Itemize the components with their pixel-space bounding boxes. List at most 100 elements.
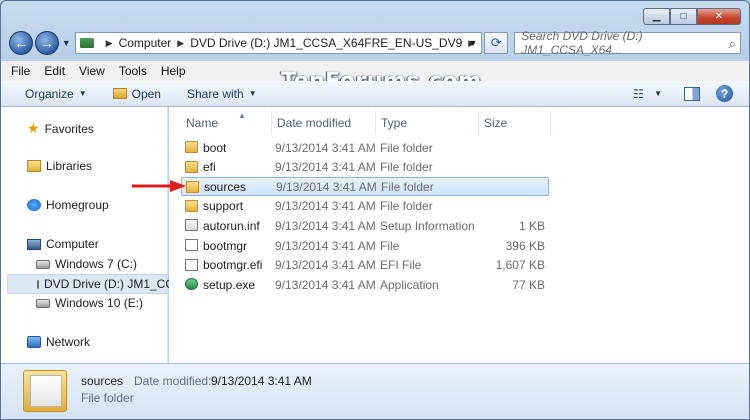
share-with-label: Share with bbox=[186, 86, 244, 101]
cell-name: boot bbox=[203, 140, 227, 155]
table-row[interactable]: bootmgr 9/13/2014 3:41 AM File 396 KB bbox=[181, 236, 549, 255]
minimize-button[interactable]: ▁ bbox=[643, 8, 670, 25]
computer-icon bbox=[27, 238, 41, 250]
breadcrumb-dvd-drive[interactable]: DVD Drive (D:) JM1_CCSA_X64FRE_EN-US_DV9 bbox=[190, 36, 462, 50]
nav-item-favorites[interactable]: ★ Favorites bbox=[27, 120, 94, 137]
column-label: Name bbox=[186, 116, 219, 130]
breadcrumb-separator-icon[interactable]: ▶ bbox=[177, 38, 184, 49]
folder-icon bbox=[185, 199, 198, 212]
cell-name: efi bbox=[203, 160, 216, 175]
menu-file[interactable]: File bbox=[11, 64, 30, 78]
nav-item-windows10[interactable]: Windows 10 (E:) bbox=[36, 296, 143, 310]
cell-date: 9/13/2014 3:41 AM bbox=[275, 277, 376, 292]
star-icon: ★ bbox=[27, 120, 40, 136]
address-dropdown-icon[interactable]: ▼ bbox=[468, 38, 477, 48]
drive-icon bbox=[79, 38, 94, 48]
breadcrumb-computer[interactable]: Computer bbox=[119, 36, 172, 50]
organize-button[interactable]: Organize ▼ bbox=[25, 87, 87, 101]
chevron-down-icon: ▼ bbox=[78, 89, 87, 98]
nav-label: Computer bbox=[46, 237, 99, 251]
view-controls: ☷ ▼ ? bbox=[633, 85, 733, 102]
table-row[interactable]: support 9/13/2014 3:41 AM File folder bbox=[181, 197, 549, 216]
red-arrow-annotation-icon bbox=[132, 180, 186, 192]
column-divider[interactable] bbox=[271, 111, 272, 135]
cell-size: 1 KB bbox=[518, 218, 545, 233]
caption-buttons: ▁ □ ✕ bbox=[643, 8, 741, 25]
table-row[interactable]: sources 9/13/2014 3:41 AM File folder bbox=[181, 177, 549, 197]
search-icon[interactable]: ⌕ bbox=[729, 36, 736, 52]
cell-name: bootmgr bbox=[203, 238, 248, 253]
dvd-drive-icon bbox=[37, 279, 39, 289]
folder-thumbnail-icon bbox=[23, 370, 67, 412]
cell-date: 9/13/2014 3:41 AM bbox=[275, 218, 376, 233]
network-icon bbox=[27, 336, 41, 348]
cell-type: File folder bbox=[380, 140, 433, 155]
column-label: Type bbox=[381, 116, 408, 130]
change-view-icon[interactable]: ☷ bbox=[633, 86, 653, 102]
nav-label: Homegroup bbox=[46, 198, 109, 212]
details-date: 9/13/2014 3:41 AM bbox=[211, 374, 312, 388]
menu-view[interactable]: View bbox=[79, 64, 105, 78]
refresh-icon: ⟳ bbox=[490, 35, 502, 50]
close-button[interactable]: ✕ bbox=[697, 8, 741, 25]
share-with-button[interactable]: Share with ▼ bbox=[187, 87, 257, 101]
column-type[interactable]: Type bbox=[381, 111, 407, 135]
column-divider[interactable] bbox=[550, 111, 551, 135]
explorer-window: ▁ □ ✕ ← → ▼ ▶ Computer ▶ DVD Drive (D:) … bbox=[0, 0, 750, 420]
cell-name: bootmgr.efi bbox=[203, 258, 263, 273]
cell-name: sources bbox=[204, 179, 247, 194]
column-divider[interactable] bbox=[375, 111, 376, 135]
exe-icon bbox=[185, 278, 198, 291]
menu-edit[interactable]: Edit bbox=[44, 64, 65, 78]
organize-label: Organize bbox=[25, 86, 74, 101]
column-size[interactable]: Size bbox=[484, 111, 507, 135]
nav-item-homegroup[interactable]: Homegroup bbox=[27, 198, 109, 212]
nav-label: Libraries bbox=[46, 159, 93, 173]
nav-item-dvd-drive[interactable]: DVD Drive (D:) JM1_CC bbox=[7, 274, 174, 294]
breadcrumb-separator-icon[interactable]: ▶ bbox=[106, 38, 113, 49]
cell-date: 9/13/2014 3:41 AM bbox=[275, 160, 376, 175]
cell-name: autorun.inf bbox=[203, 218, 260, 233]
nav-label: DVD Drive (D:) JM1_CC bbox=[44, 277, 175, 291]
navigation-pane: ★ Favorites Libraries Homegroup Computer… bbox=[1, 107, 174, 363]
table-row[interactable]: bootmgr.efi 9/13/2014 3:41 AM EFI File 1,60… bbox=[181, 256, 549, 275]
sort-ascending-icon: ▲ bbox=[238, 111, 246, 120]
maximize-button[interactable]: □ bbox=[670, 8, 697, 25]
table-row[interactable]: setup.exe 9/13/2014 3:41 AM Application 77 … bbox=[181, 275, 549, 294]
address-bar[interactable]: ▶ Computer ▶ DVD Drive (D:) JM1_CCSA_X64… bbox=[74, 32, 483, 54]
cell-date: 9/13/2014 3:41 AM bbox=[276, 179, 377, 194]
nav-item-libraries[interactable]: Libraries bbox=[27, 159, 92, 173]
open-label: Open bbox=[131, 86, 161, 101]
back-button[interactable]: ← bbox=[9, 31, 33, 55]
view-options-chevron-icon[interactable]: ▼ bbox=[654, 89, 662, 98]
nav-item-windows7[interactable]: Windows 7 (C:) bbox=[36, 257, 137, 271]
libraries-icon bbox=[27, 160, 41, 172]
drive-icon bbox=[36, 259, 50, 269]
column-date-modified[interactable]: Date modified bbox=[277, 111, 351, 135]
menu-help[interactable]: Help bbox=[161, 64, 186, 78]
table-row[interactable]: efi 9/13/2014 3:41 AM File folder bbox=[181, 158, 549, 177]
column-name[interactable]: Name ▲ bbox=[186, 111, 246, 135]
column-divider[interactable] bbox=[478, 111, 479, 135]
table-row[interactable]: autorun.inf 9/13/2014 3:41 AM Setup Inform… bbox=[181, 216, 549, 235]
chevron-down-icon: ▼ bbox=[248, 89, 257, 98]
details-pane: sources Date modified: 9/13/2014 3:41 AM… bbox=[1, 363, 749, 419]
cell-size: 77 KB bbox=[512, 277, 545, 292]
help-icon[interactable]: ? bbox=[716, 85, 733, 102]
forward-button[interactable]: → bbox=[34, 31, 59, 55]
open-button[interactable]: Open bbox=[112, 86, 161, 101]
nav-item-computer[interactable]: Computer bbox=[27, 237, 99, 251]
column-label: Size bbox=[484, 116, 508, 130]
preview-pane-icon[interactable] bbox=[684, 86, 700, 101]
cell-size: 1,607 KB bbox=[495, 258, 545, 273]
folder-icon bbox=[185, 160, 198, 173]
cell-name: support bbox=[203, 199, 244, 214]
refresh-button[interactable]: ⟳ bbox=[484, 32, 509, 54]
nav-item-network[interactable]: Network bbox=[27, 335, 90, 349]
recent-pages-chevron-icon[interactable]: ▼ bbox=[62, 38, 71, 48]
open-icon bbox=[112, 88, 127, 99]
menu-tools[interactable]: Tools bbox=[119, 64, 147, 78]
search-input[interactable]: Search DVD Drive (D:) JM1_CCSA_X64... ⌕ bbox=[514, 29, 741, 57]
table-row[interactable]: boot 9/13/2014 3:41 AM File folder bbox=[181, 138, 549, 157]
cell-date: 9/13/2014 3:41 AM bbox=[275, 258, 376, 273]
